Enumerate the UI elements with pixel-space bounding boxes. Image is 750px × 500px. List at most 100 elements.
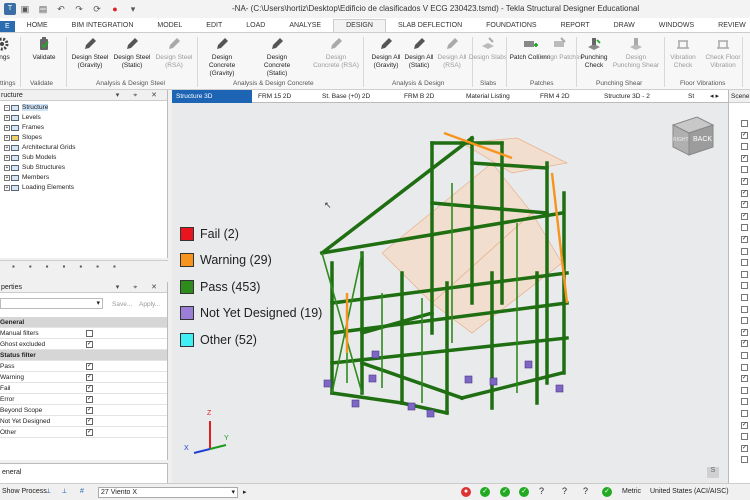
tree-item-sub-structures[interactable]: + Sub Structures <box>4 164 65 171</box>
scene-item-checkbox[interactable] <box>741 363 748 371</box>
checkbox-beyond-scope[interactable]: ✓ <box>86 407 93 414</box>
design-concrete-static-button[interactable]: Design Concrete (Static) <box>255 36 299 78</box>
scene-item-checkbox[interactable] <box>741 143 748 151</box>
scene-item-checkbox[interactable] <box>741 120 748 127</box>
scene-item-checkbox[interactable] <box>741 282 748 290</box>
scene-item-checkbox[interactable] <box>741 247 748 255</box>
menu-bim-integration[interactable]: BIM INTEGRATION <box>60 20 146 32</box>
tab-scroll-icon[interactable]: ◂ ▸ <box>710 92 719 100</box>
check-floor-vibration-button[interactable]: Check Floor Vibration <box>700 36 746 70</box>
scene-item-checkbox[interactable]: ✓ <box>741 154 748 162</box>
row-ghost-excluded[interactable]: Ghost excluded ✓ <box>0 339 167 350</box>
scene-item-checkbox[interactable]: ✓ <box>741 236 748 243</box>
checkbox-warning[interactable]: ✓ <box>86 374 93 381</box>
view-cube-right-label[interactable]: RIGHT <box>673 137 689 143</box>
design-concrete-gravity-button[interactable]: Design Concrete (Gravity) <box>200 36 244 78</box>
checkbox-ghost-excluded[interactable]: ✓ <box>86 341 93 348</box>
stop-icon[interactable]: ● <box>109 3 121 15</box>
filter-preset-dropdown[interactable]: ▾ <box>0 298 103 309</box>
menu-analyse[interactable]: ANALYSE <box>277 20 333 32</box>
scene-item-checkbox[interactable]: ✓ <box>741 421 748 429</box>
scene-item-checkbox[interactable]: ✓ <box>741 201 748 209</box>
tab-frm-b-2d[interactable]: FRM B 2D <box>400 90 460 103</box>
new-icon[interactable]: ▤ <box>37 3 49 15</box>
tab-structure-3d-2[interactable]: Structure 3D - 2 <box>600 90 684 103</box>
show-process-label[interactable]: Show Process <box>2 488 47 495</box>
scene-item-checkbox[interactable]: ✓ <box>741 212 748 220</box>
scene-item-checkbox[interactable] <box>741 224 748 232</box>
menu-slab-deflection[interactable]: SLAB DEFLECTION <box>386 20 474 32</box>
save-icon[interactable]: ▣ <box>19 3 31 15</box>
settings-button[interactable]: ttings <box>0 36 20 62</box>
validate-button[interactable]: Validate <box>22 36 66 62</box>
scene-item-checkbox[interactable] <box>741 317 748 325</box>
row-warning[interactable]: Warning ✓ <box>0 372 167 383</box>
tree-item-architectural-grids[interactable]: + Architectural Grids <box>4 144 75 151</box>
checkbox-not-yet-designed[interactable]: ✓ <box>86 418 93 425</box>
menu-review[interactable]: REVIEW <box>706 20 750 32</box>
tree-item-sub-models[interactable]: + Sub Models <box>4 154 56 161</box>
row-not-yet-designed[interactable]: Not Yet Designed ✓ <box>0 416 167 427</box>
design-slabs-button[interactable]: Design Slabs <box>466 36 510 62</box>
units-label[interactable]: Metric <box>622 488 641 495</box>
scene-item-checkbox[interactable]: ✓ <box>741 131 748 139</box>
customize-icon[interactable]: ▾ <box>127 3 139 15</box>
row-error[interactable]: Error ✓ <box>0 394 167 405</box>
apply-filter-button[interactable]: Apply... <box>139 301 160 308</box>
scene-item-checkbox[interactable]: ✓ <box>741 340 748 348</box>
menu-windows[interactable]: WINDOWS <box>647 20 706 32</box>
design-code-label[interactable]: United States (ACI/AISC) <box>650 488 729 495</box>
design-steel-static-button[interactable]: Design Steel (Static) <box>110 36 154 70</box>
scene-item-checkbox[interactable] <box>741 294 748 301</box>
panel-controls-icon[interactable]: ▾ ⌖ ✕ <box>116 282 163 293</box>
scene-item-checkbox[interactable] <box>741 410 748 417</box>
check-status-icon[interactable]: ✓ <box>480 487 490 497</box>
menu-home[interactable]: HOME <box>15 20 60 32</box>
tree-item-slopes[interactable]: + Slopes <box>4 134 42 141</box>
row-pass[interactable]: Pass ✓ <box>0 361 167 372</box>
tree-item-members[interactable]: + Members <box>4 174 49 181</box>
grid-icon[interactable]: # <box>80 488 84 495</box>
scene-item-checkbox[interactable] <box>741 352 748 359</box>
menu-draw[interactable]: DRAW <box>602 20 647 32</box>
row-beyond-scope[interactable]: Beyond Scope ✓ <box>0 405 167 416</box>
tree-item-loading-elements[interactable]: + Loading Elements <box>4 184 74 191</box>
panel-controls-icon[interactable]: ▾ ⌖ ✕ <box>116 90 163 101</box>
scene-item-checkbox[interactable] <box>741 305 748 313</box>
save-filter-button[interactable]: Save... <box>112 301 132 308</box>
checkbox-other[interactable]: ✓ <box>86 429 93 436</box>
help-icon[interactable]: ? <box>539 486 544 496</box>
scene-item-checkbox[interactable] <box>741 456 748 464</box>
row-other[interactable]: Other ✓ <box>0 427 167 438</box>
menu-model[interactable]: MODEL <box>145 20 194 32</box>
scene-item-checkbox[interactable] <box>741 386 748 394</box>
menu-load[interactable]: LOAD <box>234 20 277 32</box>
panel-tab-icons[interactable]: ▪▪▪▪▪▪▪ <box>12 262 130 271</box>
menu-file[interactable]: E <box>0 21 15 32</box>
row-fail[interactable]: Fail ✓ <box>0 383 167 394</box>
refresh-icon[interactable]: ⟳ <box>91 3 103 15</box>
scale-icon[interactable]: S <box>707 467 719 478</box>
menu-edit[interactable]: EDIT <box>194 20 234 32</box>
tree-item-frames[interactable]: + Frames <box>4 124 44 131</box>
check-status-icon[interactable]: ✓ <box>500 487 510 497</box>
loadcase-next-icon[interactable]: ▸ <box>243 488 247 496</box>
scene-item-checkbox[interactable] <box>741 166 748 174</box>
scene-item-checkbox[interactable]: ✓ <box>741 328 748 336</box>
menu-design[interactable]: DESIGN <box>333 19 386 32</box>
help-icon[interactable]: ? <box>562 486 567 496</box>
process-icon-2[interactable]: ⟂ <box>62 488 67 496</box>
design-punching-shear-button[interactable]: Design Punching Shear <box>612 36 660 70</box>
fail-status-icon[interactable]: ● <box>461 487 471 497</box>
row-manual-filters[interactable]: Manual filters <box>0 328 167 339</box>
view-cube[interactable]: BACK RIGHT <box>667 113 717 157</box>
scene-item-checkbox[interactable] <box>741 259 748 267</box>
scene-item-checkbox[interactable]: ✓ <box>741 444 748 452</box>
tab-material-listing[interactable]: Material Listing <box>462 90 534 103</box>
scene-item-checkbox[interactable]: ✓ <box>741 375 748 383</box>
menu-foundations[interactable]: FOUNDATIONS <box>474 20 548 32</box>
scene-item-checkbox[interactable] <box>741 433 748 441</box>
design-steel-gravity-button[interactable]: Design Steel (Gravity) <box>68 36 112 70</box>
tree-item-levels[interactable]: + Levels <box>4 114 41 121</box>
design-concrete-rsa-button[interactable]: Design Concrete (RSA) <box>312 36 360 70</box>
